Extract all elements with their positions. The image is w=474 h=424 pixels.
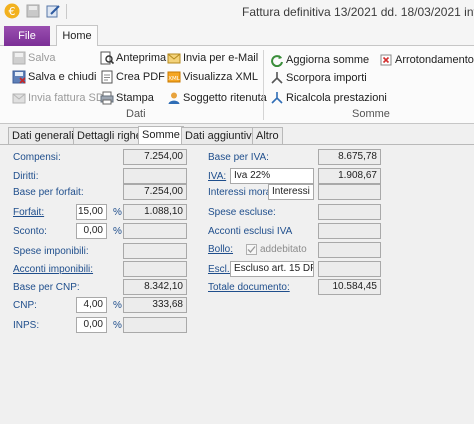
acconti-imponibili-label[interactable]: Acconti imponibili: [13, 264, 93, 275]
totale-documento-field[interactable]: 10.584,45 [318, 279, 381, 295]
sconto-percent-field[interactable]: 0,00 [76, 223, 107, 239]
somme-panel: Compensi: 7.254,00 Diritti: Base per for… [0, 144, 474, 424]
interessi-mora-field[interactable]: Interessi ir [268, 184, 314, 200]
forfait-field[interactable]: 1.088,10 [123, 204, 187, 220]
save-close-icon [12, 70, 26, 84]
tab-somme[interactable]: Somme [138, 126, 184, 144]
save-close-label: Salva e chiudi [28, 71, 97, 83]
create-pdf-label: Crea PDF [116, 71, 165, 83]
preview-icon [100, 51, 114, 65]
interessi-mora-amount-field[interactable] [318, 184, 381, 200]
send-sdi-icon [12, 93, 26, 104]
split-icon [271, 72, 283, 84]
base-cnp-label: Base per CNP: [13, 282, 80, 293]
pdf-icon [101, 70, 113, 84]
refresh-icon [271, 55, 283, 67]
edit-quick-icon[interactable] [45, 3, 61, 19]
base-cnp-field[interactable]: 8.342,10 [123, 279, 187, 295]
iva-label[interactable]: IVA: [208, 171, 226, 182]
spese-imponibili-label: Spese imponibili: [13, 246, 89, 257]
title-bar: € Fattura definitiva 13/2021 dd. 18/03/2… [0, 0, 474, 24]
save-quick-icon[interactable] [25, 3, 41, 19]
printer-icon [100, 91, 114, 105]
cnp-percent-sign: % [113, 300, 122, 311]
save-icon [12, 51, 26, 65]
cnp-label: CNP: [13, 300, 37, 311]
bollo-label[interactable]: Bollo: [208, 244, 233, 255]
view-xml-label: Visualizza XML [183, 71, 258, 83]
acconti-esclusi-label: Acconti esclusi IVA [208, 226, 293, 237]
cnp-field[interactable]: 333,68 [123, 297, 187, 313]
toolbar-separator [66, 4, 67, 19]
sconto-label: Sconto: [13, 226, 47, 237]
tab-dati-generali[interactable]: Dati generali [8, 127, 78, 144]
inps-percent-sign: % [113, 320, 122, 331]
spese-imponibili-field[interactable] [123, 243, 187, 259]
recalculate-icon [271, 92, 283, 104]
tab-altro[interactable]: Altro [252, 127, 283, 144]
totale-documento-label[interactable]: Totale documento: [208, 282, 290, 293]
base-iva-label: Base per IVA: [208, 152, 269, 163]
forfait-label[interactable]: Forfait: [13, 207, 44, 218]
bollo-addebitato-label: addebitato [260, 244, 307, 255]
rounding-label: Arrotondamento [395, 54, 474, 66]
base-iva-field[interactable]: 8.675,78 [318, 149, 381, 165]
ribbon-group-separator [263, 50, 264, 120]
cnp-percent-field[interactable]: 4,00 [76, 297, 107, 313]
spese-escluse-field[interactable] [318, 204, 381, 220]
escl-label[interactable]: Escl.: [208, 264, 232, 275]
ribbon-tab-row: File Home [0, 24, 474, 47]
base-forfait-field[interactable]: 7.254,00 [123, 184, 187, 200]
tab-dati-aggiuntivi[interactable]: Dati aggiuntivi [181, 127, 259, 144]
save-label: Salva [28, 52, 56, 64]
interessi-mora-label: Interessi mora: [208, 187, 275, 198]
app-logo-icon: € [4, 3, 20, 19]
iva-code-field[interactable]: Iva 22% [230, 168, 314, 184]
diritti-field[interactable] [123, 168, 187, 184]
forfait-percent-field[interactable]: 15,00 [76, 204, 107, 220]
acconti-esclusi-field[interactable] [318, 223, 381, 239]
tab-home[interactable]: Home [56, 25, 98, 47]
preview-label: Anteprima [116, 52, 167, 64]
escl-amount-field[interactable] [318, 261, 381, 277]
xml-icon: XML [167, 71, 181, 83]
diritti-label: Diritti: [13, 171, 39, 182]
bollo-field[interactable] [318, 242, 381, 258]
compensi-field[interactable]: 7.254,00 [123, 149, 187, 165]
inps-percent-field[interactable]: 0,00 [76, 317, 107, 333]
split-amounts-label: Scorpora importi [286, 72, 367, 84]
recalculate-label: Ricalcola prestazioni [286, 92, 387, 104]
svg-text:XML: XML [168, 76, 181, 82]
ribbon-home: Salva Salva e chiudi Invia fattura SDI A… [0, 46, 474, 124]
compensi-label: Compensi: [13, 152, 61, 163]
tab-dettagli-righe[interactable]: Dettagli righe [73, 127, 146, 144]
acconti-imponibili-field[interactable] [123, 261, 187, 277]
withholding-subject-label: Soggetto ritenuta [183, 92, 267, 104]
sconto-percent-sign: % [113, 226, 122, 237]
sconto-field[interactable] [123, 223, 187, 239]
rounding-icon [380, 54, 392, 66]
group-label-somme: Somme [352, 108, 390, 120]
send-email-label: Invia per e-Mail [183, 52, 259, 64]
window-title: Fattura definitiva 13/2021 dd. 18/03/202… [242, 5, 474, 19]
update-totals-label: Aggiorna somme [286, 54, 370, 66]
base-forfait-label: Base per forfait: [13, 187, 84, 198]
bollo-addebitato-checkbox[interactable] [246, 244, 257, 255]
spese-escluse-label: Spese escluse: [208, 207, 276, 218]
person-icon [168, 92, 180, 104]
document-tabs: Dati generali Dettagli righe Somme Dati … [0, 126, 474, 144]
inps-field[interactable] [123, 317, 187, 333]
iva-field[interactable]: 1.908,67 [318, 168, 381, 184]
inps-label: INPS: [13, 320, 40, 331]
group-label-dati: Dati [126, 108, 146, 120]
svg-text:€: € [9, 5, 16, 18]
escl-field[interactable]: Escluso art. 15 DPR [230, 261, 314, 277]
tab-file[interactable]: File [4, 26, 50, 46]
forfait-percent-sign: % [113, 207, 122, 218]
checkmark-icon [247, 246, 256, 253]
print-label: Stampa [116, 92, 154, 104]
send-sdi-label: Invia fattura SDI [28, 92, 107, 104]
email-icon [167, 53, 181, 64]
